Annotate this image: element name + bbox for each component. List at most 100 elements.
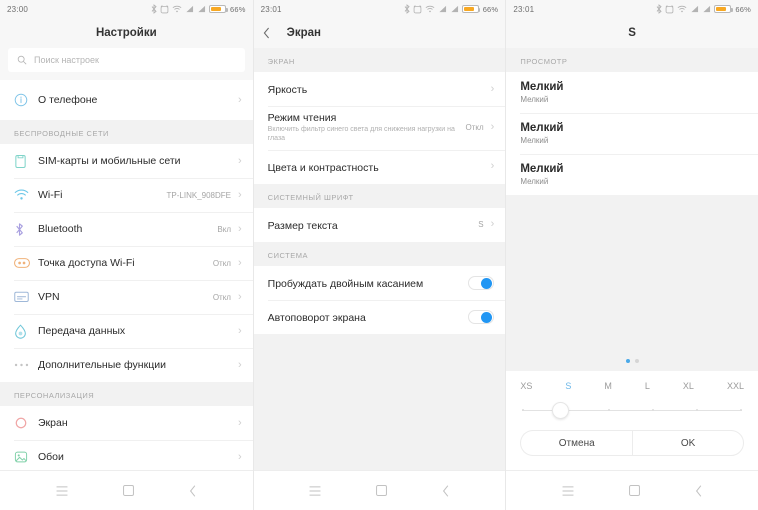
- panel-settings: 23:00 66% Настройки Поиск настроек О тел…: [0, 0, 253, 510]
- chevron-right-icon: ›: [490, 160, 495, 173]
- page-indicator: [506, 353, 758, 371]
- slider-pip-4: [695, 408, 698, 411]
- row-reading-mode[interactable]: Режим чтения Включить фильтр синего свет…: [253, 106, 506, 150]
- list-bottom-spacer: [253, 333, 506, 470]
- data-usage-icon: [14, 323, 38, 339]
- wireless-list: SIM-карты и мобильные сети › Wi-Fi TP-LI…: [0, 144, 253, 382]
- menu-icon[interactable]: [56, 485, 68, 496]
- group-label-screen: ЭКРАН: [253, 48, 506, 72]
- preview-list: Мелкий Мелкий Мелкий Мелкий Мелкий Мелки…: [506, 72, 758, 195]
- sidebar-item-display[interactable]: Экран ›: [0, 406, 253, 440]
- alarm-icon: [160, 4, 169, 13]
- row-wake-double-tap[interactable]: Пробуждать двойным касанием: [253, 265, 506, 300]
- wifi-icon: [14, 189, 38, 201]
- bluetooth-icon: [404, 4, 410, 14]
- chevron-right-icon: ›: [237, 290, 242, 303]
- battery-percent: 66%: [482, 4, 499, 14]
- info-circle-icon: [14, 93, 38, 107]
- preview-row: Мелкий Мелкий: [506, 113, 758, 154]
- search-icon: [17, 55, 27, 65]
- home-square-icon[interactable]: [376, 485, 387, 496]
- font-size-slider[interactable]: [520, 398, 744, 424]
- row-colors-contrast[interactable]: Цвета и контрастность ›: [253, 149, 506, 184]
- sidebar-item-data-usage[interactable]: Передача данных ›: [0, 314, 253, 348]
- signal-2-icon: [703, 5, 711, 13]
- size-tick-l[interactable]: L: [645, 381, 650, 391]
- row-label: Режим чтения: [267, 112, 337, 124]
- panel-text-size: 23:01 66% S ПРОСМОТР Мелкий Мелкий Мелки…: [505, 0, 758, 510]
- size-tick-xs[interactable]: XS: [520, 381, 532, 391]
- group-label-system: СИСТЕМА: [253, 241, 506, 266]
- home-square-icon[interactable]: [122, 485, 134, 496]
- home-square-icon[interactable]: [628, 485, 640, 496]
- sidebar-item-hotspot[interactable]: Точка доступа Wi-Fi Откл ›: [0, 246, 253, 280]
- row-label: Bluetooth: [38, 223, 83, 235]
- sidebar-item-about-phone[interactable]: О телефоне ›: [0, 80, 253, 120]
- page-title: S: [628, 27, 636, 39]
- search-input[interactable]: Поиск настроек: [8, 48, 245, 72]
- preview-empty-area: [506, 195, 758, 353]
- size-tick-m[interactable]: M: [604, 381, 612, 391]
- sidebar-item-sim-cards[interactable]: SIM-карты и мобильные сети ›: [0, 144, 253, 178]
- back-button[interactable]: [263, 18, 270, 48]
- status-time: 23:01: [260, 4, 282, 14]
- slider-thumb[interactable]: [551, 402, 569, 419]
- toggle-wake-double-tap[interactable]: [468, 275, 495, 290]
- row-label: Цвета и контрастность: [267, 161, 379, 174]
- size-tick-xl[interactable]: XL: [683, 381, 694, 391]
- chevron-left-icon[interactable]: [695, 484, 703, 497]
- preview-row: Мелкий Мелкий: [506, 154, 758, 195]
- chevron-left-icon[interactable]: [189, 484, 197, 497]
- page-title: Экран: [286, 27, 321, 39]
- row-text: Размер текста: [268, 210, 479, 240]
- search-area: Поиск настроек: [0, 48, 253, 80]
- title-bar-settings: Настройки: [0, 18, 253, 48]
- page-dot-2[interactable]: [634, 359, 639, 363]
- chevron-left-icon[interactable]: [442, 484, 450, 497]
- sidebar-item-vpn[interactable]: VPN Откл ›: [0, 280, 253, 314]
- chevron-right-icon: ›: [490, 218, 495, 231]
- cancel-button[interactable]: Отмена: [520, 430, 633, 456]
- system-list: Пробуждать двойным касанием Автоповорот …: [253, 265, 506, 334]
- group-label-wireless: БЕСПРОВОДНЫЕ СЕТИ: [0, 120, 253, 144]
- preview-scroll[interactable]: ПРОСМОТР Мелкий Мелкий Мелкий Мелкий Мел…: [506, 48, 758, 470]
- row-auto-rotate[interactable]: Автоповорот экрана: [253, 299, 506, 334]
- ok-button[interactable]: OK: [632, 430, 744, 456]
- size-tick-xxl[interactable]: XXL: [727, 381, 744, 391]
- chevron-right-icon: ›: [237, 154, 242, 167]
- settings-scroll[interactable]: О телефоне › БЕСПРОВОДНЫЕ СЕТИ SIM-карты…: [0, 80, 253, 470]
- toggle-auto-rotate[interactable]: [468, 309, 495, 324]
- row-sublabel: Включить фильтр синего света для снижени…: [267, 126, 455, 143]
- preview-secondary: Мелкий: [520, 177, 549, 186]
- chevron-right-icon: ›: [237, 416, 242, 429]
- size-slider-panel: XS S M L XL XXL: [506, 371, 758, 424]
- menu-icon[interactable]: [562, 485, 574, 496]
- row-text-size[interactable]: Размер текста S ›: [253, 207, 506, 242]
- row-text: Яркость: [268, 74, 491, 104]
- screen-list: Яркость › Режим чтения Включить фильтр с…: [253, 72, 506, 184]
- row-text: Режим чтения Включить фильтр синего свет…: [268, 106, 466, 150]
- row-label: SIM-карты и мобильные сети: [38, 155, 181, 167]
- page-dot-1[interactable]: [625, 359, 630, 363]
- sidebar-item-wallpaper[interactable]: Обои ›: [0, 440, 253, 470]
- row-label: Пробуждать двойным касанием: [267, 277, 424, 290]
- personalization-list: Экран › Обои ›: [0, 406, 253, 470]
- menu-icon[interactable]: [309, 485, 321, 496]
- alarm-icon: [413, 4, 422, 13]
- sidebar-item-bluetooth[interactable]: Bluetooth Вкл ›: [0, 212, 253, 246]
- size-tick-s[interactable]: S: [565, 381, 571, 391]
- sidebar-item-wifi[interactable]: Wi-Fi TP-LINK_908DFE ›: [0, 178, 253, 212]
- sidebar-item-more-functions[interactable]: Дополнительные функции ›: [0, 348, 253, 382]
- nav-bar-1: [0, 470, 253, 510]
- display-scroll[interactable]: ЭКРАН Яркость › Режим чтения Включить фи…: [253, 48, 506, 470]
- chevron-right-icon: ›: [490, 82, 495, 95]
- group-label-preview: ПРОСМОТР: [506, 48, 758, 72]
- chevron-right-icon: ›: [237, 222, 242, 235]
- row-value: Откл: [212, 292, 231, 302]
- group-label-system-font: СИСТЕМНЫЙ ШРИФТ: [253, 183, 506, 208]
- row-label: Передача данных: [38, 325, 126, 337]
- wifi-icon: [425, 5, 435, 13]
- row-value: Откл: [465, 123, 484, 133]
- row-brightness[interactable]: Яркость ›: [253, 72, 506, 106]
- preview-row: Мелкий Мелкий: [506, 72, 758, 113]
